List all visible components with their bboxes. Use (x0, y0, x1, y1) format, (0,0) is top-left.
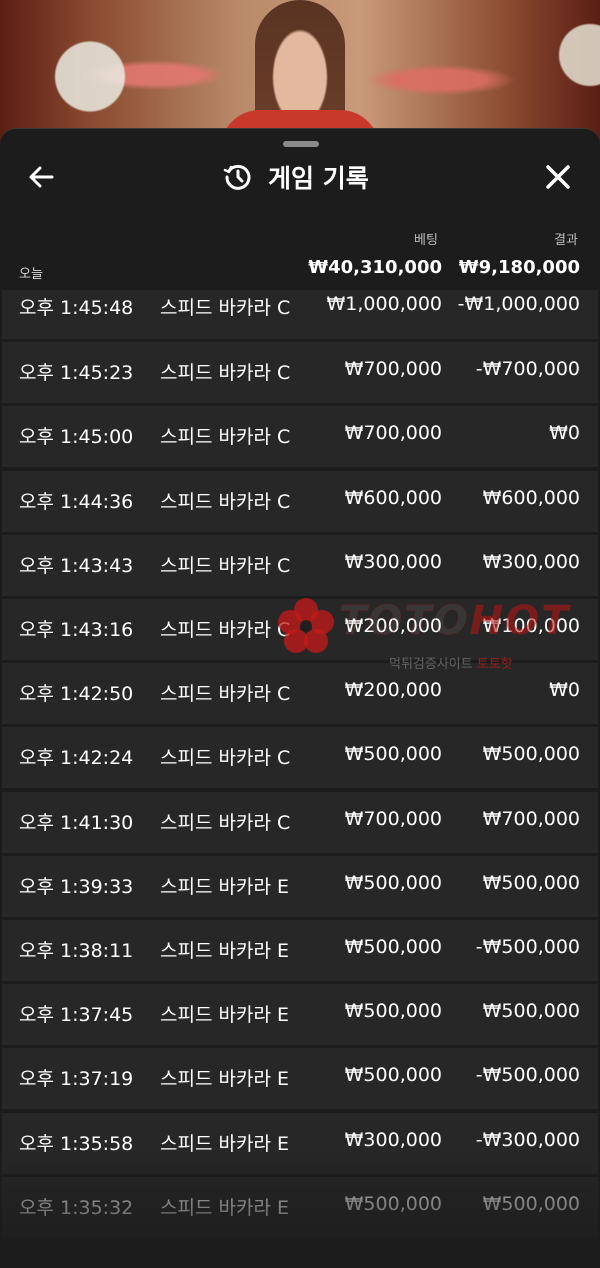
page-title: 게임 기록 (268, 164, 369, 193)
row-game: 스피드 바카라 E (160, 1068, 289, 1091)
drag-handle[interactable] (283, 141, 319, 147)
row-result: -₩700,000 (475, 358, 580, 381)
history-row[interactable]: 오후 1:42:50 스피드 바카라 C ₩200,000 ₩0 (2, 663, 598, 725)
row-bet: ₩500,000 (344, 1000, 442, 1023)
history-row[interactable]: 오후 1:45:00 스피드 바카라 C ₩700,000 ₩0 (2, 406, 598, 468)
row-time: 오후 1:35:58 (19, 1132, 134, 1155)
row-time: 오후 1:38:11 (19, 940, 134, 962)
history-row[interactable]: 오후 1:45:48 스피드 바카라 C ₩1,000,000 -₩1,000,000 (2, 290, 598, 339)
row-bet: ₩300,000 (344, 1128, 442, 1151)
row-result: ₩0 (549, 679, 580, 702)
row-game: 스피드 바카라 C (160, 426, 291, 449)
row-bet: ₩300,000 (344, 550, 442, 573)
row-time: 오후 1:45:23 (19, 362, 134, 385)
row-result: -₩300,000 (475, 1128, 580, 1151)
row-time: 오후 1:43:16 (19, 619, 134, 641)
row-game: 스피드 바카라 E (160, 1004, 289, 1027)
row-result: ₩0 (549, 422, 580, 445)
row-time: 오후 1:45:00 (19, 426, 134, 449)
title-group: 게임 기록 (222, 160, 369, 194)
total-result: ₩9,180,000 (458, 257, 580, 278)
row-game: 스피드 바카라 C (160, 554, 291, 577)
row-result: ₩500,000 (482, 871, 580, 894)
row-result: ₩500,000 (482, 1000, 580, 1023)
history-row[interactable]: 오후 1:35:58 스피드 바카라 E ₩300,000 -₩300,000 (2, 1112, 598, 1174)
history-row[interactable]: 오후 1:44:36 스피드 바카라 C ₩600,000 ₩600,000 (2, 470, 598, 532)
history-row[interactable]: 오후 1:45:23 스피드 바카라 C ₩700,000 -₩700,000 (2, 342, 598, 404)
total-bet: ₩40,310,000 (308, 257, 442, 278)
row-game: 스피드 바카라 C (160, 297, 291, 319)
row-result: ₩100,000 (482, 615, 580, 637)
date-group-label: 오늘 (19, 267, 43, 282)
row-bet: ₩700,000 (344, 358, 442, 381)
history-row[interactable]: 오후 1:37:45 스피드 바카라 E ₩500,000 ₩500,000 (2, 984, 598, 1046)
row-time: 오후 1:42:24 (19, 747, 134, 770)
row-bet: ₩200,000 (344, 679, 442, 702)
row-bet: ₩500,000 (344, 1064, 442, 1087)
row-time: 오후 1:39:33 (19, 875, 134, 898)
row-time: 오후 1:37:45 (19, 1004, 134, 1027)
history-row[interactable]: 오후 1:43:43 스피드 바카라 C ₩300,000 ₩300,000 (2, 534, 598, 596)
row-time: 오후 1:44:36 (19, 490, 134, 513)
close-icon[interactable] (543, 162, 573, 192)
row-result: -₩500,000 (475, 1064, 580, 1087)
history-clock-icon (223, 164, 251, 190)
row-game: 스피드 바카라 E (160, 1132, 289, 1155)
history-row[interactable]: 오후 1:43:16 스피드 바카라 C ₩200,000 ₩100,000 (2, 599, 598, 660)
sheet-header: 게임 기록 (0, 150, 600, 204)
history-row[interactable]: 오후 1:37:19 스피드 바카라 E ₩500,000 -₩500,000 (2, 1048, 598, 1110)
history-row[interactable]: 오후 1:41:30 스피드 바카라 C ₩700,000 ₩700,000 (2, 791, 598, 853)
row-result: ₩700,000 (482, 807, 580, 830)
row-game: 스피드 바카라 E (160, 940, 289, 962)
row-result: ₩300,000 (482, 550, 580, 573)
row-bet: ₩1,000,000 (326, 293, 442, 315)
row-game: 스피드 바카라 C (160, 683, 291, 706)
row-bet: ₩700,000 (344, 422, 442, 445)
arrow-left-icon[interactable] (26, 162, 58, 192)
row-bet: ₩200,000 (344, 615, 442, 637)
row-time: 오후 1:37:19 (19, 1068, 134, 1091)
history-row[interactable]: 오후 1:35:32 스피드 바카라 E ₩500,000 ₩500,000 (2, 1176, 598, 1238)
row-bet: ₩500,000 (344, 743, 442, 766)
row-game: 스피드 바카라 E (160, 875, 289, 898)
row-bet: ₩500,000 (344, 1192, 442, 1215)
row-result: ₩500,000 (482, 1192, 580, 1215)
column-header-result: 결과 (554, 233, 578, 248)
row-game: 스피드 바카라 C (160, 811, 291, 834)
row-time: 오후 1:35:32 (19, 1196, 134, 1219)
row-result: ₩500,000 (482, 743, 580, 766)
row-result: -₩1,000,000 (457, 293, 580, 315)
row-time: 오후 1:42:50 (19, 683, 134, 706)
row-result: ₩600,000 (482, 486, 580, 509)
row-game: 스피드 바카라 E (160, 1196, 289, 1219)
row-bet: ₩600,000 (344, 486, 442, 509)
row-bet: ₩500,000 (344, 871, 442, 894)
row-result: -₩500,000 (475, 936, 580, 958)
history-row[interactable]: 오후 1:39:33 스피드 바카라 E ₩500,000 ₩500,000 (2, 855, 598, 917)
row-bet: ₩500,000 (344, 936, 442, 958)
column-header-bet: 베팅 (414, 233, 438, 248)
row-time: 오후 1:45:48 (19, 297, 134, 319)
row-time: 오후 1:43:43 (19, 554, 134, 577)
row-game: 스피드 바카라 C (160, 619, 291, 641)
history-row[interactable]: 오후 1:42:24 스피드 바카라 C ₩500,000 ₩500,000 (2, 727, 598, 789)
history-row[interactable]: 오후 1:38:11 스피드 바카라 E ₩500,000 -₩500,000 (2, 920, 598, 981)
row-time: 오후 1:41:30 (19, 811, 134, 834)
row-game: 스피드 바카라 C (160, 747, 291, 770)
row-bet: ₩700,000 (344, 807, 442, 830)
row-game: 스피드 바카라 C (160, 362, 291, 385)
row-game: 스피드 바카라 C (160, 490, 291, 513)
